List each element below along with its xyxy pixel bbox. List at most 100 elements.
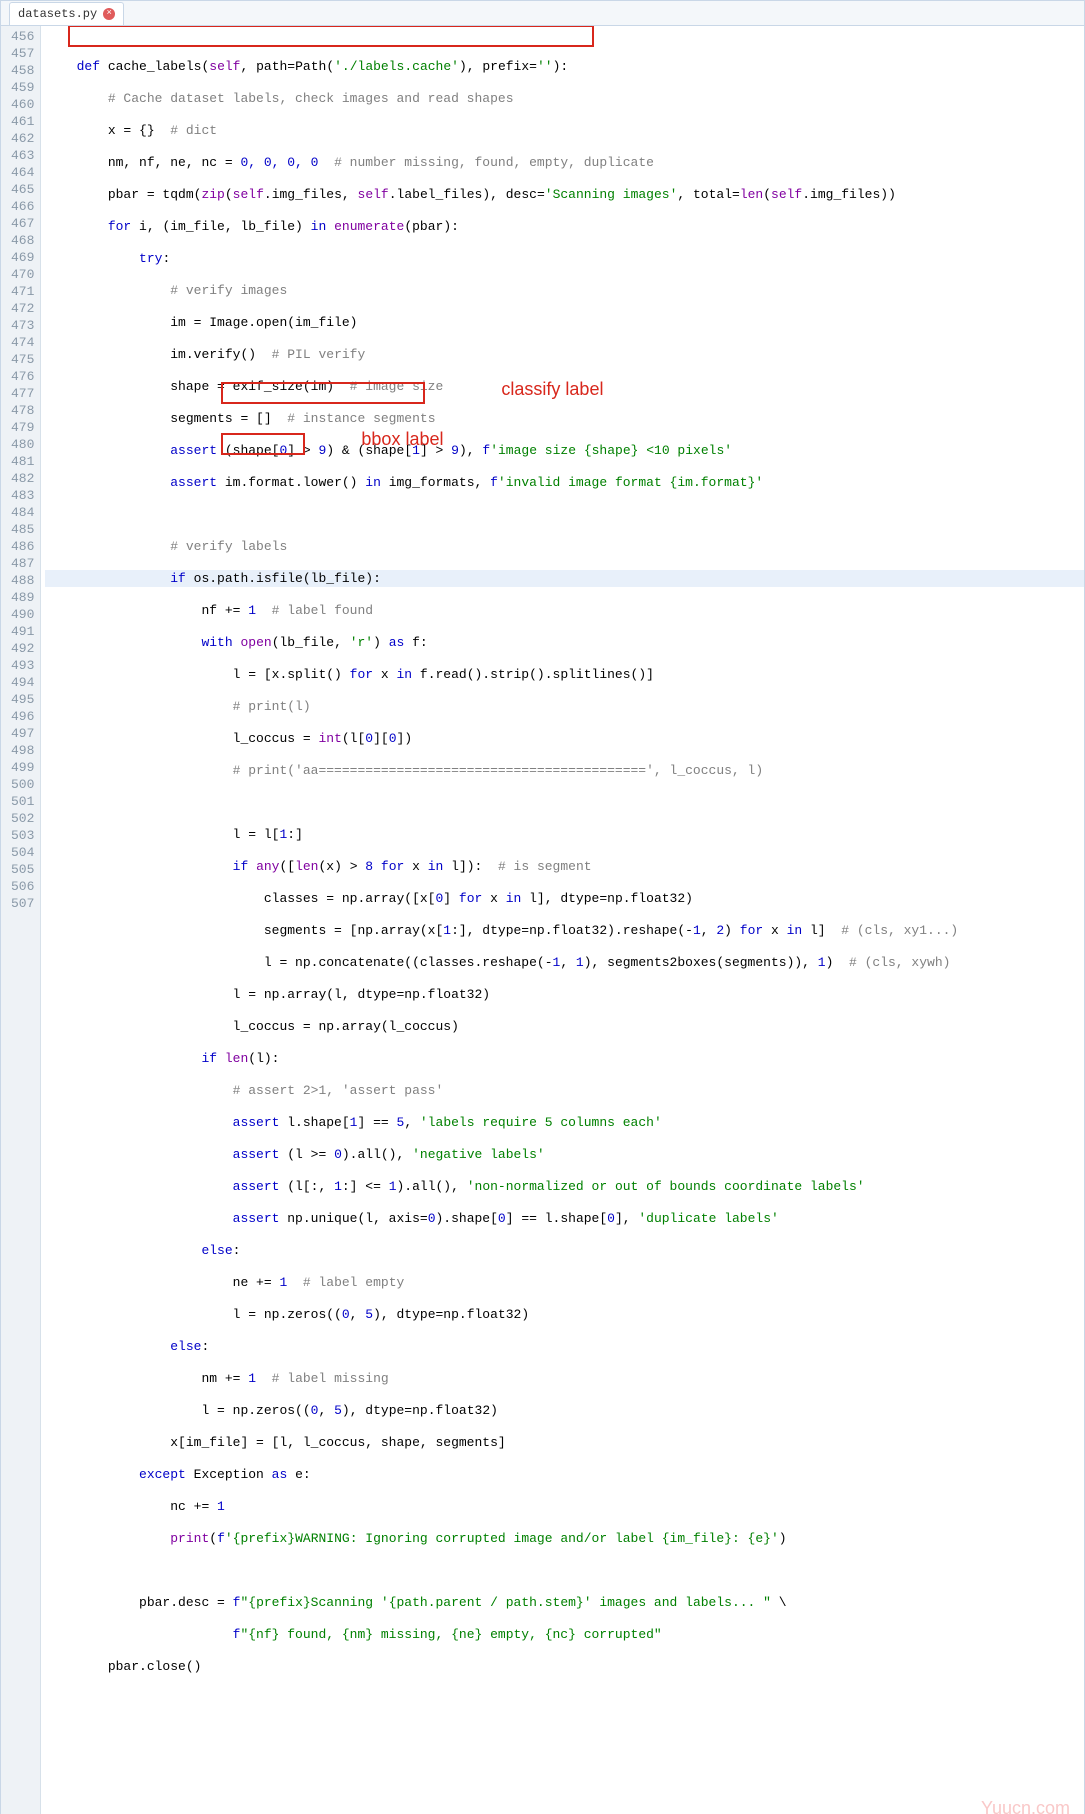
- code-line: l_coccus = np.array(l_coccus): [45, 1018, 1084, 1035]
- line-number: 483: [11, 487, 34, 504]
- code-line: # assert 2>1, 'assert pass': [45, 1082, 1084, 1099]
- line-number: 487: [11, 555, 34, 572]
- code-line: [45, 1690, 1084, 1707]
- line-number: 477: [11, 385, 34, 402]
- code-line: l_coccus = int(l[0][0]): [45, 730, 1084, 747]
- code-line: assert np.unique(l, axis=0).shape[0] == …: [45, 1210, 1084, 1227]
- code-line: segments = [np.array(x[1:], dtype=np.flo…: [45, 922, 1084, 939]
- code-line: nm += 1 # label missing: [45, 1370, 1084, 1387]
- line-number: 474: [11, 334, 34, 351]
- code-line: x[im_file] = [l, l_coccus, shape, segmen…: [45, 1434, 1084, 1451]
- line-number: 456: [11, 28, 34, 45]
- line-number: 486: [11, 538, 34, 555]
- line-number: 459: [11, 79, 34, 96]
- line-number: 460: [11, 96, 34, 113]
- code-line: nm, nf, ne, nc = 0, 0, 0, 0 # number mis…: [45, 154, 1084, 171]
- tab-bar: datasets.py ×: [1, 1, 1084, 26]
- code-line: assert l.shape[1] == 5, 'labels require …: [45, 1114, 1084, 1131]
- code-line: classes = np.array([x[0] for x in l], dt…: [45, 890, 1084, 907]
- line-number: 475: [11, 351, 34, 368]
- line-number: 468: [11, 232, 34, 249]
- code-line: x = {} # dict: [45, 122, 1084, 139]
- watermark-yuucn: Yuucn.com: [981, 1798, 1070, 1814]
- code-line: pbar.desc = f"{prefix}Scanning '{path.pa…: [45, 1594, 1084, 1611]
- line-number: 489: [11, 589, 34, 606]
- line-number: 457: [11, 45, 34, 62]
- code-line: # print('aa=============================…: [45, 762, 1084, 779]
- close-icon[interactable]: ×: [103, 8, 115, 20]
- line-number: 478: [11, 402, 34, 419]
- line-number: 499: [11, 759, 34, 776]
- line-number: 469: [11, 249, 34, 266]
- code-line: if any([len(x) > 8 for x in l]): # is se…: [45, 858, 1084, 875]
- line-number: 498: [11, 742, 34, 759]
- line-number: 502: [11, 810, 34, 827]
- code-line: [45, 1562, 1084, 1579]
- code-line: pbar = tqdm(zip(self.img_files, self.lab…: [45, 186, 1084, 203]
- code-line: else:: [45, 1242, 1084, 1259]
- line-number: 492: [11, 640, 34, 657]
- code-content[interactable]: def cache_labels(self, path=Path('./labe…: [41, 26, 1084, 1814]
- code-line: [45, 794, 1084, 811]
- code-line: # print(l): [45, 698, 1084, 715]
- code-line: except Exception as e:: [45, 1466, 1084, 1483]
- code-line: pbar.close(): [45, 1658, 1084, 1675]
- code-line: f"{nf} found, {nm} missing, {ne} empty, …: [45, 1626, 1084, 1643]
- line-number: 505: [11, 861, 34, 878]
- line-number: 467: [11, 215, 34, 232]
- code-line: l = np.array(l, dtype=np.float32): [45, 986, 1084, 1003]
- line-number: 481: [11, 453, 34, 470]
- code-line: try:: [45, 250, 1084, 267]
- line-number: 507: [11, 895, 34, 912]
- code-line: nf += 1 # label found: [45, 602, 1084, 619]
- line-number: 462: [11, 130, 34, 147]
- code-line: l = l[1:]: [45, 826, 1084, 843]
- code-line: assert im.format.lower() in img_formats,…: [45, 474, 1084, 491]
- code-line: # Cache dataset labels, check images and…: [45, 90, 1084, 107]
- line-number: 497: [11, 725, 34, 742]
- code-line: with open(lb_file, 'r') as f:: [45, 634, 1084, 651]
- annotation-box-def: [68, 26, 594, 47]
- line-number: 470: [11, 266, 34, 283]
- line-number: 504: [11, 844, 34, 861]
- code-line: for i, (im_file, lb_file) in enumerate(p…: [45, 218, 1084, 235]
- code-line: ne += 1 # label empty: [45, 1274, 1084, 1291]
- code-line: assert (shape[0] > 9) & (shape[1] > 9), …: [45, 442, 1084, 459]
- tab-filename: datasets.py: [18, 7, 97, 21]
- line-number: 463: [11, 147, 34, 164]
- line-number: 494: [11, 674, 34, 691]
- file-tab[interactable]: datasets.py ×: [9, 2, 124, 25]
- code-line: shape = exif_size(im) # image size: [45, 378, 1084, 395]
- line-number: 490: [11, 606, 34, 623]
- line-number: 484: [11, 504, 34, 521]
- code-line: def cache_labels(self, path=Path('./labe…: [45, 58, 1084, 75]
- line-number: 496: [11, 708, 34, 725]
- line-number: 488: [11, 572, 34, 589]
- code-line: # verify images: [45, 282, 1084, 299]
- code-line: assert (l >= 0).all(), 'negative labels': [45, 1146, 1084, 1163]
- code-line: [45, 506, 1084, 523]
- line-number: 501: [11, 793, 34, 810]
- code-line: if os.path.isfile(lb_file):: [45, 570, 1084, 587]
- line-number: 506: [11, 878, 34, 895]
- code-line: else:: [45, 1338, 1084, 1355]
- line-number: 472: [11, 300, 34, 317]
- line-number: 480: [11, 436, 34, 453]
- code-line: l = np.zeros((0, 5), dtype=np.float32): [45, 1306, 1084, 1323]
- code-line: if len(l):: [45, 1050, 1084, 1067]
- line-number: 458: [11, 62, 34, 79]
- line-number: 473: [11, 317, 34, 334]
- code-line: l = np.zeros((0, 5), dtype=np.float32): [45, 1402, 1084, 1419]
- code-line: # verify labels: [45, 538, 1084, 555]
- line-number: 471: [11, 283, 34, 300]
- code-line: segments = [] # instance segments: [45, 410, 1084, 427]
- code-area: 4564574584594604614624634644654664674684…: [1, 26, 1084, 1814]
- code-line: l = np.concatenate((classes.reshape(-1, …: [45, 954, 1084, 971]
- line-number: 482: [11, 470, 34, 487]
- code-line: im.verify() # PIL verify: [45, 346, 1084, 363]
- code-line: print(f'{prefix}WARNING: Ignoring corrup…: [45, 1530, 1084, 1547]
- line-number: 485: [11, 521, 34, 538]
- line-number: 479: [11, 419, 34, 436]
- line-number: 461: [11, 113, 34, 130]
- line-number: 466: [11, 198, 34, 215]
